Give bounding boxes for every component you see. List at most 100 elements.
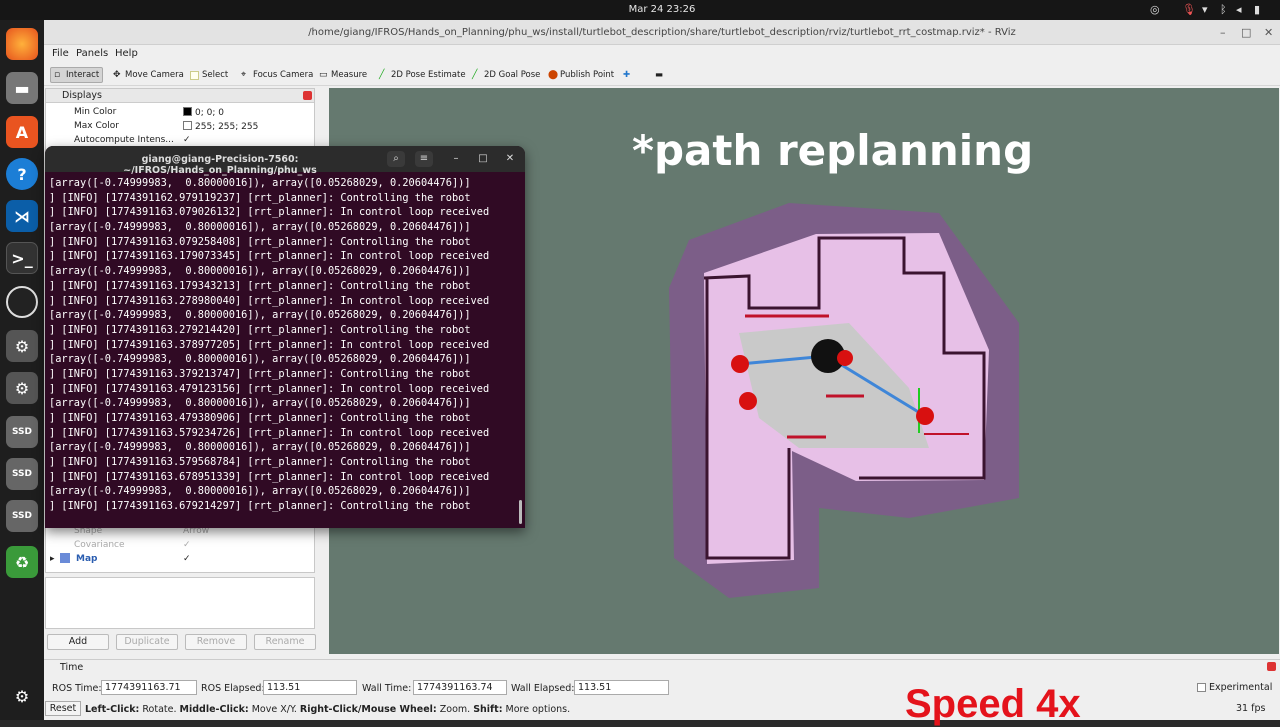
prop-name: Max Color — [74, 121, 119, 131]
settings-icon[interactable]: ⚙ — [6, 330, 38, 362]
show-apps-icon[interactable]: ⚙ — [6, 680, 38, 712]
prop-autocompute[interactable]: Autocompute Intens... ✓ — [46, 133, 316, 147]
display-map[interactable]: ▸ Map ✓ — [46, 552, 316, 566]
close-panel-icon[interactable] — [1267, 662, 1276, 671]
prop-name: Min Color — [74, 107, 117, 117]
terminal-minimize-icon[interactable]: – — [447, 151, 465, 167]
terminal-line: ] [INFO] [1774391163.378977205] [rrt_pla… — [49, 338, 490, 351]
hint-key: Right-Click/Mouse Wheel: — [299, 704, 437, 715]
ros-time-label: ROS Time: — [52, 683, 102, 694]
clock[interactable]: Mar 24 23:26 — [600, 4, 724, 15]
focus-camera-label: Focus Camera — [253, 70, 314, 80]
pose-estimate-tool[interactable]: ╱ 2D Pose Estimate — [376, 67, 469, 83]
focus-camera-tool[interactable]: ⌖ Focus Camera — [238, 67, 316, 83]
video-caption: *path replanning — [632, 126, 1034, 175]
drive-icon[interactable]: SSD — [6, 416, 38, 448]
publish-point-tool[interactable]: ⬤ Publish Point — [545, 67, 617, 83]
expand-arrow-icon[interactable]: ▸ — [50, 554, 55, 564]
checkbox[interactable]: ✓ — [183, 540, 191, 550]
obs-icon[interactable] — [6, 286, 38, 318]
trash-icon[interactable]: ♻ — [6, 546, 38, 578]
prop-min-color[interactable]: Min Color 0; 0; 0 — [46, 105, 316, 119]
interact-label: Interact — [66, 70, 100, 80]
firefox-icon[interactable] — [6, 28, 38, 60]
terminal-line: [array([-0.74999983, 0.80000016]), array… — [49, 309, 471, 322]
terminal-menu-icon[interactable]: ≡ — [415, 151, 433, 167]
app-center-icon[interactable]: A — [6, 116, 38, 148]
battery-icon[interactable]: ▮ — [1254, 3, 1260, 16]
goal-pose-tool[interactable]: ╱ 2D Goal Pose — [469, 67, 543, 83]
menu-file[interactable]: File — [52, 48, 69, 59]
prop-covariance[interactable]: Covariance ✓ — [46, 538, 316, 552]
add-button[interactable]: Add — [47, 634, 109, 650]
reset-button[interactable]: Reset — [45, 701, 81, 716]
terminal-line: [array([-0.74999983, 0.80000016]), array… — [49, 177, 471, 189]
displays-title: Displays — [62, 90, 102, 101]
prop-max-color[interactable]: Max Color 255; 255; 255 — [46, 119, 316, 133]
terminal-maximize-icon[interactable]: □ — [474, 151, 492, 167]
close-icon[interactable]: ✕ — [1264, 26, 1273, 39]
wifi-icon[interactable]: ▾ — [1202, 3, 1208, 16]
wall-elapsed-field[interactable]: 113.51 — [574, 680, 669, 695]
window-titlebar: /home/giang/IFROS/Hands_on_Planning/phu_… — [44, 20, 1280, 45]
terminal-output[interactable]: [array([-0.74999983, 0.80000016]), array… — [49, 176, 519, 514]
ros-time-field[interactable]: 1774391163.71 — [101, 680, 197, 695]
remove-tool-button[interactable]: ▬ — [652, 67, 666, 83]
measure-tool[interactable]: ▭ Measure — [316, 67, 370, 83]
maximize-icon[interactable]: □ — [1241, 26, 1251, 39]
terminal-close-icon[interactable]: ✕ — [501, 151, 519, 167]
remove-button[interactable]: Remove — [185, 634, 247, 650]
time-panel-title: Time — [60, 662, 84, 673]
select-tool[interactable]: Select — [187, 67, 231, 83]
close-panel-icon[interactable] — [303, 91, 312, 100]
menu-panels[interactable]: Panels — [76, 48, 108, 59]
ruler-icon: ▭ — [319, 69, 328, 80]
volume-icon[interactable]: ◂ — [1236, 3, 1242, 16]
drive-icon-2[interactable]: SSD — [6, 458, 38, 490]
terminal-icon[interactable]: >_ — [6, 242, 38, 274]
duplicate-button[interactable]: Duplicate — [116, 634, 178, 650]
checkbox[interactable]: ✓ — [183, 554, 191, 564]
goal-arrow-icon: ╱ — [472, 69, 478, 80]
terminal-line: ] [INFO] [1774391163.079258408] [rrt_pla… — [49, 235, 471, 248]
vscode-icon[interactable]: ⋊ — [6, 200, 38, 232]
terminal-title: giang@giang-Precision-7560: ~/IFROS/Hand… — [123, 154, 317, 176]
experimental-checkbox[interactable] — [1197, 683, 1206, 692]
terminal-line: ] [INFO] [1774391163.179073345] [rrt_pla… — [49, 250, 490, 263]
add-tool-button[interactable]: ✚ — [620, 67, 633, 83]
terminal-line: ] [INFO] [1774391163.579568784] [rrt_pla… — [49, 456, 471, 469]
display-name: Map — [76, 554, 98, 564]
color-swatch — [183, 121, 192, 130]
mic-muted-icon[interactable]: 🎙 — [1182, 3, 1196, 16]
prop-name: Covariance — [74, 540, 125, 550]
terminal-line: [array([-0.74999983, 0.80000016]), array… — [49, 265, 471, 278]
hint-text: Zoom. — [436, 704, 474, 715]
bluetooth-icon[interactable]: ᛒ — [1220, 3, 1227, 16]
minimize-icon[interactable]: – — [1220, 26, 1226, 39]
ros-elapsed-label: ROS Elapsed: — [201, 683, 265, 694]
wall-time-field[interactable]: 1774391163.74 — [413, 680, 507, 695]
drive-icon-3[interactable]: SSD — [6, 500, 38, 532]
chrome-icon[interactable]: ◎ — [1150, 3, 1160, 16]
waypoint — [731, 355, 749, 373]
interact-tool[interactable]: ▫ Interact — [50, 67, 104, 83]
minus-icon: ▬ — [655, 70, 664, 80]
files-icon[interactable]: ▬ — [6, 72, 38, 104]
terminal-search-icon[interactable]: ⌕ — [387, 151, 405, 167]
menu-help[interactable]: Help — [115, 48, 138, 59]
rename-button[interactable]: Rename — [254, 634, 316, 650]
help-icon[interactable]: ? — [6, 158, 38, 190]
settings-icon-2[interactable]: ⚙ — [6, 372, 38, 404]
terminal-line: [array([-0.74999983, 0.80000016]), array… — [49, 221, 471, 234]
prop-value: 0; 0; 0 — [195, 108, 224, 118]
terminal-window[interactable]: giang@giang-Precision-7560: ~/IFROS/Hand… — [45, 146, 525, 528]
terminal-scrollbar[interactable] — [519, 500, 522, 524]
ros-elapsed-field[interactable]: 113.51 — [263, 680, 357, 695]
hint-text: More options. — [502, 704, 571, 715]
terminal-line: [array([-0.74999983, 0.80000016]), array… — [49, 441, 471, 454]
green-arrow-icon: ╱ — [379, 69, 385, 80]
terminal-line: ] [INFO] [1774391162.979119237] [rrt_pla… — [49, 191, 471, 204]
checkbox[interactable]: ✓ — [183, 135, 191, 145]
hint-text: Move X/Y. — [248, 704, 300, 715]
move-camera-tool[interactable]: ✥ Move Camera — [110, 67, 187, 83]
